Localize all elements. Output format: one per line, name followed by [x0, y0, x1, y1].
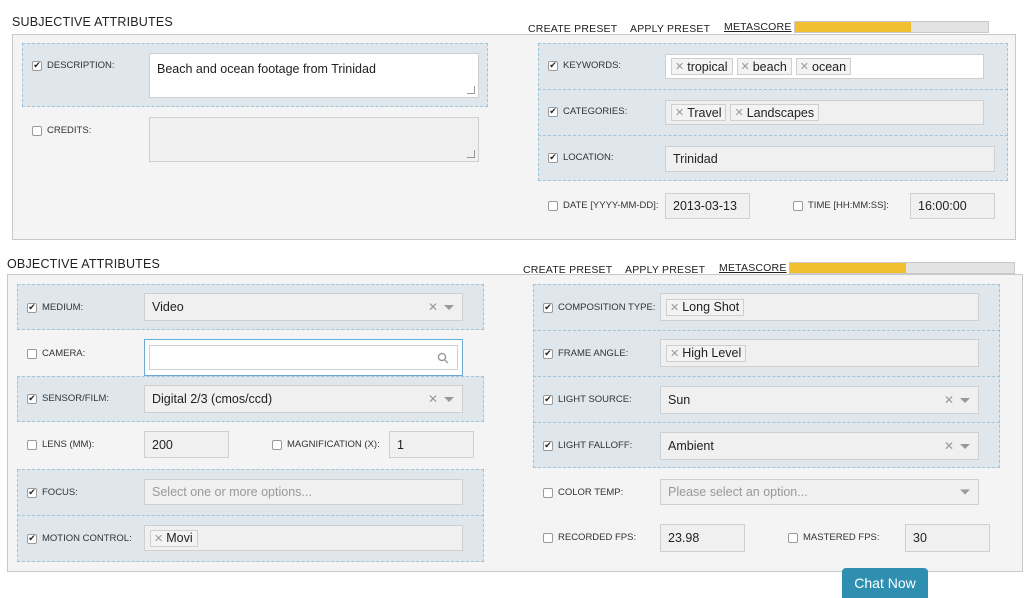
credits-label: CREDITS:: [32, 125, 91, 136]
metascore-bar: [794, 21, 989, 33]
checkbox-icon[interactable]: [548, 60, 558, 71]
light-falloff-select[interactable]: Ambient ✕: [660, 432, 979, 460]
tag-chip: ✕ Travel: [671, 104, 727, 121]
light-source-select[interactable]: Sun ✕: [660, 386, 979, 414]
time-label: TIME [HH:MM:SS]:: [793, 200, 889, 211]
keywords-tag-input[interactable]: ✕ tropical ✕ beach ✕ ocean: [665, 54, 984, 79]
tag-chip: ✕ Landscapes: [730, 104, 820, 121]
color-temp-select[interactable]: Please select an option...: [660, 479, 979, 505]
composition-type-tag-input[interactable]: ✕ Long Shot: [660, 293, 979, 321]
checkbox-icon[interactable]: [272, 439, 282, 450]
checkbox-icon[interactable]: [793, 200, 803, 211]
location-label: LOCATION:: [548, 152, 614, 163]
checkbox-icon[interactable]: [548, 106, 558, 117]
checkbox-icon[interactable]: [543, 532, 553, 543]
search-icon: [437, 352, 449, 364]
chat-now-button[interactable]: Chat Now: [842, 568, 928, 598]
checkbox-icon[interactable]: [543, 348, 553, 359]
categories-label: CATEGORIES:: [548, 106, 627, 117]
x-icon[interactable]: ✕: [675, 60, 684, 73]
tag-chip: ✕ beach: [736, 58, 792, 75]
recorded-fps-label: RECORDED FPS:: [543, 532, 636, 543]
keywords-label: KEYWORDS:: [548, 60, 621, 71]
x-icon[interactable]: ✕: [675, 106, 684, 119]
checkbox-icon[interactable]: [32, 60, 42, 71]
checkbox-icon[interactable]: [27, 348, 37, 359]
date-label: DATE [YYYY-MM-DD]:: [548, 200, 659, 211]
credits-textarea[interactable]: [149, 117, 479, 162]
x-icon[interactable]: ✕: [670, 347, 679, 360]
date-input[interactable]: 2013-03-13: [665, 193, 750, 219]
chevron-down-icon[interactable]: [960, 397, 970, 403]
tag-chip: ✕ High Level: [666, 344, 747, 362]
lens-input[interactable]: 200: [144, 431, 229, 458]
motion-control-tag-input[interactable]: ✕ Movi: [144, 525, 463, 551]
frame-angle-tag-input[interactable]: ✕ High Level: [660, 339, 979, 367]
checkbox-icon[interactable]: [27, 393, 37, 404]
checkbox-icon[interactable]: [788, 532, 798, 543]
checkbox-icon[interactable]: [548, 152, 558, 163]
motion-control-label: MOTION CONTROL:: [27, 533, 132, 544]
x-icon[interactable]: ✕: [944, 393, 954, 407]
metascore-bar: [789, 262, 1015, 274]
camera-combobox[interactable]: [144, 339, 463, 376]
chevron-down-icon[interactable]: [444, 396, 454, 402]
magnification-label: MAGNIFICATION (X):: [272, 439, 380, 450]
light-source-label: LIGHT SOURCE:: [543, 394, 632, 405]
checkbox-icon[interactable]: [27, 439, 37, 450]
chevron-down-icon[interactable]: [444, 304, 454, 310]
description-textarea[interactable]: Beach and ocean footage from Trinidad: [149, 53, 479, 98]
checkbox-icon[interactable]: [27, 302, 37, 313]
x-icon[interactable]: ✕: [734, 106, 743, 119]
checkbox-icon[interactable]: [543, 487, 553, 498]
metascore-label: METASCORE: [719, 262, 787, 274]
resize-handle-icon[interactable]: [467, 150, 475, 158]
description-label: DESCRIPTION:: [32, 60, 115, 71]
tag-chip: ✕ tropical: [671, 58, 733, 75]
camera-label: CAMERA:: [27, 348, 85, 359]
x-icon[interactable]: ✕: [670, 301, 679, 314]
resize-handle-icon[interactable]: [467, 86, 475, 94]
camera-search-input[interactable]: [149, 345, 458, 370]
focus-label: FOCUS:: [27, 487, 78, 498]
chevron-down-icon[interactable]: [960, 489, 970, 495]
location-input[interactable]: Trinidad: [665, 146, 995, 172]
metascore-label: METASCORE: [724, 21, 792, 33]
section-title-objective: OBJECTIVE ATTRIBUTES: [7, 257, 161, 271]
x-icon[interactable]: ✕: [944, 439, 954, 453]
x-icon[interactable]: ✕: [741, 60, 750, 73]
tag-chip: ✕ Movi: [150, 529, 198, 547]
checkbox-icon[interactable]: [32, 125, 42, 136]
checkbox-icon[interactable]: [548, 200, 558, 211]
time-input[interactable]: 16:00:00: [910, 193, 995, 219]
sensor-select[interactable]: Digital 2/3 (cmos/ccd) ✕: [144, 385, 463, 413]
section-title-subjective: SUBJECTIVE ATTRIBUTES: [12, 15, 173, 29]
lens-label: LENS (MM):: [27, 439, 94, 450]
light-falloff-label: LIGHT FALLOFF:: [543, 440, 632, 451]
composition-type-label: COMPOSITION TYPE:: [543, 302, 655, 313]
categories-tag-input[interactable]: ✕ Travel ✕ Landscapes: [665, 100, 984, 125]
mastered-fps-input[interactable]: 30: [905, 524, 990, 552]
chevron-down-icon[interactable]: [960, 443, 970, 449]
focus-multiselect[interactable]: Select one or more options...: [144, 479, 463, 505]
tag-chip: ✕ ocean: [795, 58, 852, 75]
color-temp-label: COLOR TEMP:: [543, 487, 623, 498]
x-icon[interactable]: ✕: [428, 300, 438, 314]
tag-chip: ✕ Long Shot: [666, 298, 745, 316]
medium-select[interactable]: Video ✕: [144, 293, 463, 321]
sensor-label: SENSOR/FILM:: [27, 393, 109, 404]
mastered-fps-label: MASTERED FPS:: [788, 532, 880, 543]
x-icon[interactable]: ✕: [800, 60, 809, 73]
checkbox-icon[interactable]: [543, 302, 553, 313]
checkbox-icon[interactable]: [27, 487, 37, 498]
magnification-input[interactable]: 1: [389, 431, 474, 458]
medium-label: MEDIUM:: [27, 302, 83, 313]
x-icon[interactable]: ✕: [154, 532, 163, 545]
x-icon[interactable]: ✕: [428, 392, 438, 406]
checkbox-icon[interactable]: [543, 394, 553, 405]
frame-angle-label: FRAME ANGLE:: [543, 348, 628, 359]
recorded-fps-input[interactable]: 23.98: [660, 524, 745, 552]
checkbox-icon[interactable]: [27, 533, 37, 544]
checkbox-icon[interactable]: [543, 440, 553, 451]
